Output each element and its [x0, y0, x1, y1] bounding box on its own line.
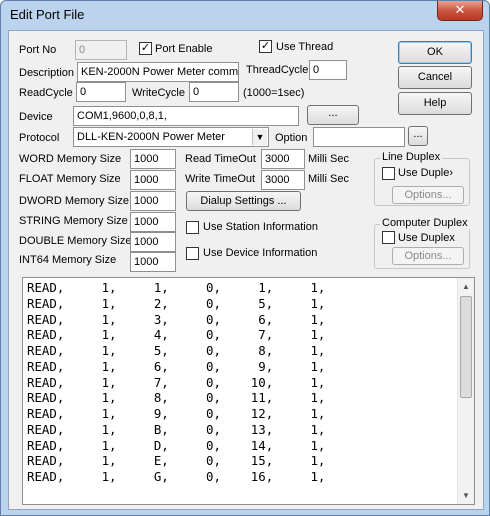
- computer-duplex-options-button[interactable]: Options...: [392, 247, 464, 265]
- command-line: READ, 1, B, 0, 13, 1,: [27, 421, 326, 437]
- port-no-field[interactable]: 0: [75, 40, 127, 60]
- float-memory-field[interactable]: 1000: [130, 170, 176, 190]
- int64-memory-field[interactable]: 1000: [130, 252, 176, 272]
- protocol-select[interactable]: DLL-KEN-2000N Power Meter ▼: [73, 127, 269, 147]
- cancel-button[interactable]: Cancel: [398, 66, 472, 89]
- command-line: READ, 1, E, 0, 15, 1,: [27, 453, 326, 469]
- dialog-body: Port No 0 ✓ Port Enable ✓ Use Thread Des…: [8, 30, 484, 510]
- read-cycle-label: ReadCycle: [19, 87, 73, 99]
- dword-memory-field[interactable]: 1000: [130, 191, 176, 211]
- write-cycle-field[interactable]: 0: [189, 82, 239, 102]
- line-duplex-checkbox[interactable]: [382, 167, 395, 180]
- command-line: READ, 1, 8, 0, 11, 1,: [27, 390, 326, 406]
- command-line: READ, 1, 4, 0, 7, 1,: [27, 327, 326, 343]
- description-field[interactable]: KEN-2000N Power Meter commun: [77, 62, 239, 82]
- edit-port-file-window: Edit Port File ✕ Port No 0 ✓ Port Enable…: [0, 0, 490, 516]
- command-line: READ, 1, 5, 0, 8, 1,: [27, 343, 326, 358]
- read-timeout-unit: Milli Sec: [308, 153, 349, 165]
- command-line: READ, 1, 1, 0, 1, 1,: [27, 280, 326, 295]
- command-line: READ, 1, 9, 0, 12, 1,: [27, 406, 326, 421]
- port-no-label: Port No: [19, 44, 57, 56]
- use-device-info-label: Use Device Information: [203, 247, 318, 259]
- double-memory-field[interactable]: 1000: [130, 232, 176, 252]
- close-icon: ✕: [454, 2, 466, 17]
- read-cycle-field[interactable]: 0: [76, 82, 126, 102]
- port-enable-label: Port Enable: [155, 43, 213, 55]
- cycle-note: (1000=1sec): [243, 87, 305, 99]
- computer-duplex-title: Computer Duplex: [380, 217, 470, 229]
- word-memory-label: WORD Memory Size: [19, 153, 122, 165]
- use-thread-checkbox[interactable]: ✓: [259, 40, 272, 53]
- device-browse-button[interactable]: ...: [307, 105, 359, 125]
- write-timeout-field[interactable]: 3000: [261, 170, 305, 190]
- check-icon: ✓: [260, 40, 271, 52]
- line-duplex-label: Use Duple›: [398, 167, 454, 179]
- protocol-label: Protocol: [19, 132, 60, 144]
- window-title: Edit Port File: [10, 7, 85, 22]
- description-label: Description: [19, 67, 75, 79]
- help-button[interactable]: Help: [398, 92, 472, 115]
- close-button[interactable]: ✕: [437, 1, 483, 21]
- protocol-select-value: DLL-KEN-2000N Power Meter: [77, 131, 225, 143]
- chevron-down-icon[interactable]: ▼: [252, 129, 267, 145]
- scroll-down-icon[interactable]: ▼: [458, 487, 474, 504]
- thread-cycle-label: ThreadCycle: [246, 64, 309, 76]
- command-line: READ, 1, 2, 0, 5, 1,: [27, 295, 326, 311]
- command-line: READ, 1, 3, 0, 6, 1,: [27, 311, 326, 327]
- float-memory-label: FLOAT Memory Size: [19, 173, 121, 185]
- option-browse-button[interactable]: ...: [408, 126, 428, 146]
- line-duplex-options-button[interactable]: Options...: [392, 186, 464, 204]
- check-icon: ✓: [140, 42, 151, 54]
- option-label: Option: [275, 132, 308, 144]
- command-line: READ, 1, 6, 0, 9, 1,: [27, 358, 326, 374]
- write-timeout-label: Write TimeOut: [185, 173, 256, 185]
- int64-memory-label: INT64 Memory Size: [19, 254, 117, 266]
- command-lines: READ, 1, 1, 0, 1, 1, READ, 1, 2, 0, 5, 1,…: [27, 280, 325, 485]
- word-memory-field[interactable]: 1000: [130, 149, 176, 169]
- string-memory-field[interactable]: 1000: [130, 212, 176, 232]
- scroll-up-icon[interactable]: ▲: [458, 278, 474, 295]
- dialup-settings-button[interactable]: Dialup Settings ...: [186, 191, 301, 211]
- vertical-scrollbar[interactable]: ▲ ▼: [457, 278, 474, 504]
- line-duplex-title: Line Duplex: [380, 151, 443, 163]
- write-timeout-unit: Milli Sec: [308, 173, 349, 185]
- use-station-info-checkbox[interactable]: [186, 221, 199, 234]
- command-line: READ, 1, G, 0, 16, 1,: [27, 469, 326, 484]
- command-line: READ, 1, 7, 0, 10, 1,: [27, 374, 326, 390]
- thread-cycle-field[interactable]: 0: [309, 60, 347, 80]
- ok-button[interactable]: OK: [398, 41, 472, 64]
- computer-duplex-checkbox[interactable]: [382, 231, 395, 244]
- double-memory-label: DOUBLE Memory Size: [19, 235, 132, 247]
- read-timeout-label: Read TimeOut: [185, 153, 256, 165]
- write-cycle-label: WriteCycle: [132, 87, 185, 99]
- device-field[interactable]: COM1,9600,0,8,1,: [73, 106, 299, 126]
- scroll-thumb[interactable]: [460, 296, 472, 398]
- command-textarea[interactable]: READ, 1, 1, 0, 1, 1, READ, 1, 2, 0, 5, 1,…: [22, 277, 475, 505]
- title-bar[interactable]: Edit Port File ✕: [1, 1, 489, 29]
- computer-duplex-label: Use Duplex: [398, 232, 455, 244]
- option-field[interactable]: [313, 127, 405, 147]
- string-memory-label: STRING Memory Size: [19, 215, 128, 227]
- dword-memory-label: DWORD Memory Size: [19, 195, 130, 207]
- read-timeout-field[interactable]: 3000: [261, 149, 305, 169]
- command-line: READ, 1, D, 0, 14, 1,: [27, 437, 326, 453]
- use-thread-label: Use Thread: [276, 41, 334, 53]
- use-device-info-checkbox[interactable]: [186, 247, 199, 260]
- port-enable-checkbox[interactable]: ✓: [139, 42, 152, 55]
- use-station-info-label: Use Station Information: [203, 221, 318, 233]
- device-label: Device: [19, 111, 53, 123]
